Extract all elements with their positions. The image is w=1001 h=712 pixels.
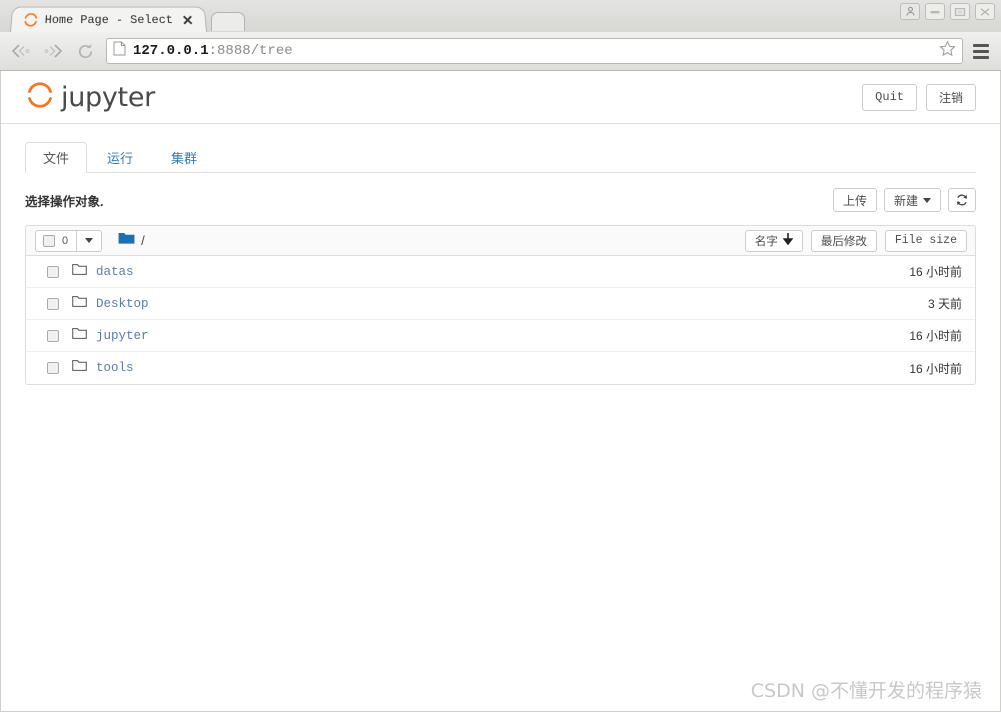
action-buttons: 上传 新建 [832, 188, 976, 212]
star-icon[interactable] [939, 40, 956, 62]
file-name-link[interactable]: tools [96, 361, 134, 375]
breadcrumb-path[interactable]: / [141, 233, 145, 248]
file-name-link[interactable]: datas [96, 265, 134, 279]
table-row[interactable]: tools 16 小时前 [26, 352, 975, 384]
sort-name-label: 名字 [754, 235, 778, 248]
breadcrumb: / [118, 231, 145, 250]
logout-button[interactable]: 注销 [925, 83, 976, 111]
tab-clusters[interactable]: 集群 [153, 142, 215, 173]
row-checkbox[interactable] [47, 265, 59, 278]
select-all-group: 0 [35, 229, 103, 252]
file-modified-time: 16 小时前 [909, 361, 962, 376]
hamburger-menu-icon[interactable] [969, 38, 993, 64]
folder-outline-icon [72, 295, 87, 313]
action-row: 选择操作对象. 上传 新建 [25, 186, 976, 214]
tab-close-icon[interactable]: ✕ [179, 12, 196, 28]
page-document-icon [113, 41, 126, 61]
reload-icon[interactable] [72, 38, 98, 64]
url-text: 127.0.0.1:8888/tree [133, 43, 932, 59]
window-controls [900, 3, 995, 20]
select-dropdown-button[interactable] [77, 231, 101, 251]
address-bar[interactable]: 127.0.0.1:8888/tree [106, 38, 963, 64]
header-buttons: Quit 注销 [862, 83, 976, 111]
folder-outline-icon [72, 263, 87, 281]
select-all-cell[interactable]: 0 [36, 230, 78, 251]
tab-files[interactable]: 文件 [25, 142, 88, 173]
maximize-icon[interactable] [950, 3, 970, 20]
file-list: 0 / 名字 最后修改 File size datas 16 小时前 Deskt… [25, 225, 976, 385]
file-name-link[interactable]: jupyter [96, 329, 149, 343]
file-modified-time: 16 小时前 [909, 329, 962, 343]
browser-tab-bar: Home Page - Select ✕ [0, 0, 1001, 33]
jupyter-logo[interactable]: jupyter [25, 80, 155, 115]
browser-nav-bar: 127.0.0.1:8888/tree [0, 32, 1001, 71]
watermark: CSDN @不懂开发的程序猿 [750, 680, 982, 702]
row-checkbox[interactable] [47, 329, 59, 342]
file-list-header: 0 / 名字 最后修改 File size [26, 226, 975, 256]
close-window-icon[interactable] [975, 3, 995, 20]
person-icon[interactable] [900, 3, 920, 20]
folder-outline-icon [72, 327, 87, 345]
refresh-button[interactable] [948, 188, 976, 212]
minimize-icon[interactable] [925, 3, 945, 20]
sort-descending-arrow-icon [782, 233, 794, 248]
browser-tab-title: Home Page - Select [44, 12, 174, 27]
new-dropdown-button[interactable]: 新建 [883, 188, 941, 212]
browser-window: Home Page - Select ✕ 127.0.0.1:8888/tree… [0, 0, 1001, 712]
jupyter-logo-icon [25, 80, 55, 115]
back-arrow-icon[interactable] [8, 38, 34, 64]
select-items-hint: 选择操作对象. [25, 194, 104, 209]
sort-by-name-button[interactable]: 名字 [744, 229, 803, 252]
table-row[interactable]: Desktop 3 天前 [26, 288, 975, 320]
new-tab-button[interactable] [211, 12, 246, 31]
tab-running[interactable]: 运行 [89, 142, 151, 173]
jupyter-wordmark: jupyter [61, 81, 155, 113]
selected-count: 0 [62, 234, 69, 247]
table-row[interactable]: datas 16 小时前 [26, 256, 975, 288]
row-checkbox[interactable] [47, 297, 59, 310]
page-tabs: 文件 运行 集群 [25, 141, 976, 173]
folder-filled-icon [118, 231, 135, 250]
chevron-down-icon [85, 238, 94, 243]
sort-by-modified-button[interactable]: 最后修改 [810, 229, 877, 252]
quit-button[interactable]: Quit [862, 83, 917, 111]
browser-tab[interactable]: Home Page - Select ✕ [10, 6, 208, 33]
jupyter-favicon-icon [23, 12, 38, 27]
url-host: 127.0.0.1 [133, 43, 209, 59]
sort-buttons: 名字 最后修改 File size [744, 229, 967, 252]
refresh-icon [957, 194, 967, 206]
page-viewport: jupyter Quit 注销 文件 运行 集群 选择操作对象. 上传 新建 0… [0, 71, 1001, 712]
chevron-down-icon [923, 197, 931, 203]
table-row[interactable]: jupyter 16 小时前 [26, 320, 975, 352]
url-path: :8888/tree [208, 43, 293, 59]
folder-outline-icon [72, 359, 87, 377]
upload-button[interactable]: 上传 [832, 188, 877, 212]
row-checkbox[interactable] [47, 362, 59, 374]
upload-button-label: 上传 [842, 193, 867, 208]
forward-arrow-icon[interactable] [40, 38, 66, 64]
file-modified-time: 3 天前 [927, 297, 962, 311]
file-name-link[interactable]: Desktop [96, 297, 149, 311]
file-modified-time: 16 小时前 [909, 265, 962, 279]
select-all-checkbox[interactable] [43, 234, 55, 247]
sort-by-size-button[interactable]: File size [884, 229, 967, 252]
jupyter-header: jupyter Quit 注销 [1, 71, 1000, 124]
new-button-label: 新建 [893, 193, 918, 208]
